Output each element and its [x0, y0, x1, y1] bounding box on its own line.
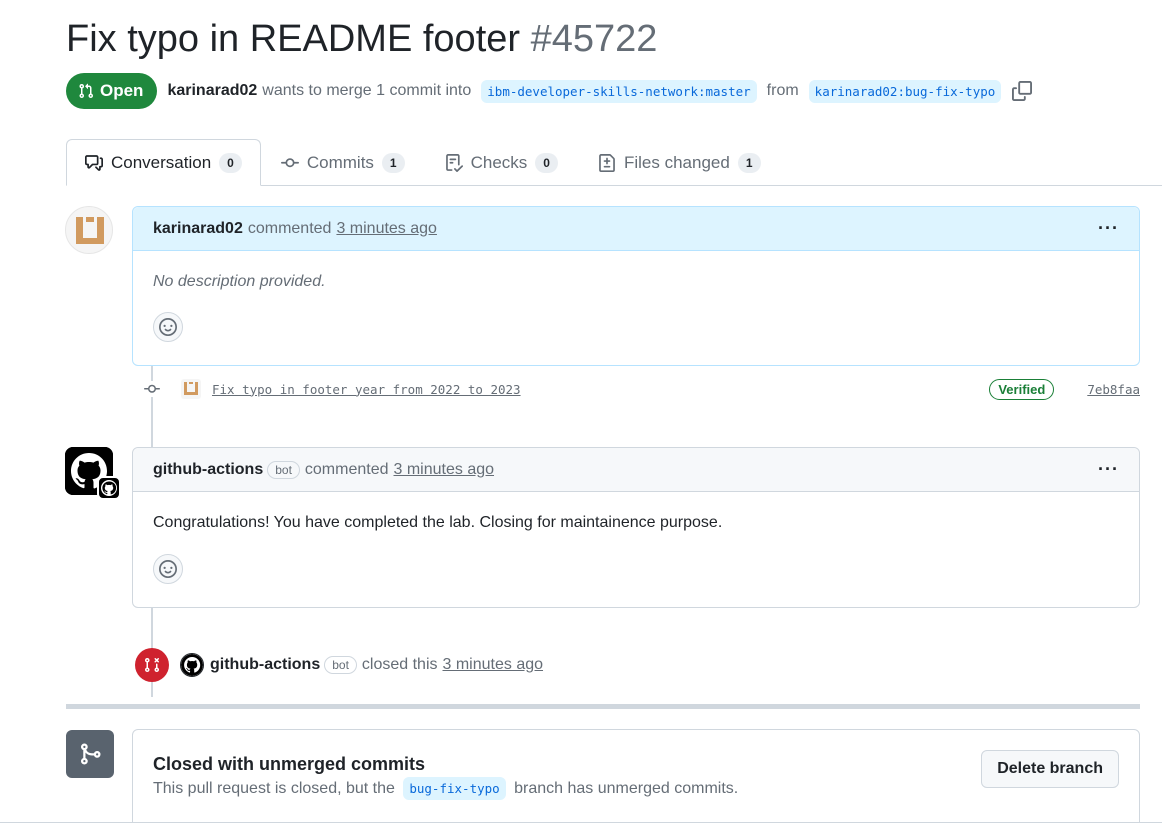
pr-number: #45722	[530, 18, 658, 60]
unmerged-branch[interactable]: bug-fix-typo	[403, 777, 506, 800]
comment-author-link[interactable]: karinarad02	[153, 220, 243, 238]
pr-author-link[interactable]: karinarad02	[167, 82, 257, 100]
commit-event: Fix typo in footer year from 2022 to 202…	[144, 377, 1140, 401]
comment-action: commented	[247, 219, 332, 237]
merge-text: wants to merge 1 commit into	[262, 82, 472, 99]
tab-files-changed[interactable]: Files changed 1	[578, 139, 781, 186]
tab-commits-count: 1	[381, 152, 405, 173]
comment-action: commented	[304, 460, 389, 478]
copy-branch-button[interactable]	[1011, 80, 1033, 102]
git-commit-icon	[144, 381, 160, 397]
pr-title: Fix typo in README footer	[66, 18, 521, 60]
state-label: Open	[100, 81, 144, 100]
merge-desc-after: branch has unmerged commits.	[514, 780, 739, 797]
comment-body: Congratulations! You have completed the …	[133, 492, 1139, 598]
closed-action: closed this	[361, 656, 438, 673]
comment-author-link[interactable]: github-actions	[153, 461, 263, 479]
tab-files-changed-count: 1	[737, 152, 761, 173]
closed-timestamp[interactable]: 3 minutes ago	[443, 656, 544, 674]
bot-badge: bot	[324, 656, 357, 674]
merge-status-box: Closed with unmerged commits This pull r…	[132, 729, 1140, 823]
base-branch[interactable]: ibm-developer-skills-network:master	[481, 79, 757, 103]
bot-badge: bot	[267, 460, 300, 479]
git-commit-icon	[280, 157, 299, 167]
tab-checks-count: 0	[535, 152, 558, 173]
smiley-icon	[159, 560, 177, 578]
tab-files-changed-label: Files changed	[623, 152, 730, 172]
git-pull-request-icon	[79, 83, 94, 99]
tab-commits-label: Commits	[306, 152, 374, 172]
github-mark-icon[interactable]	[180, 653, 204, 677]
github-app-badge	[97, 476, 121, 500]
github-mark-icon	[101, 480, 117, 496]
from-text: from	[766, 82, 799, 99]
merge-desc-before: This pull request is closed, but the	[153, 780, 395, 797]
comment-body: No description provided.	[133, 251, 1139, 356]
copy-icon	[1012, 81, 1033, 101]
kebab-horizontal-icon[interactable]: ···	[1098, 218, 1119, 239]
commit-sha-link[interactable]: 7eb8faa	[1087, 382, 1140, 397]
head-branch[interactable]: karinarad02:bug-fix-typo	[808, 79, 1002, 103]
file-diff-icon	[599, 153, 615, 172]
tab-commits[interactable]: Commits 1	[261, 139, 425, 186]
kebab-horizontal-icon[interactable]: ···	[1098, 459, 1119, 480]
checklist-icon	[445, 153, 463, 172]
closed-event: github-actions bot closed this 3 minutes…	[135, 648, 544, 682]
timeline-divider	[66, 704, 1140, 709]
tab-checks-label: Checks	[470, 152, 528, 172]
add-reaction-button[interactable]	[153, 554, 183, 584]
merge-status-title: Closed with unmerged commits	[153, 754, 426, 774]
comment-timestamp[interactable]: 3 minutes ago	[336, 220, 437, 238]
comment-text: Congratulations! You have completed the …	[153, 514, 723, 531]
pr-meta: Open karinarad02 wants to merge 1 commit…	[66, 73, 1033, 109]
comment-bot: github-actions bot commented 3 minutes a…	[132, 447, 1140, 608]
tab-conversation-count: 0	[219, 152, 242, 173]
add-reaction-button[interactable]	[153, 312, 183, 342]
commit-message-link[interactable]: Fix typo in footer year from 2022 to 202…	[212, 382, 521, 397]
pr-title-row: Fix typo in README footer #45722	[66, 18, 657, 61]
identicon-icon	[76, 217, 104, 244]
comment-header: github-actions bot commented 3 minutes a…	[133, 448, 1139, 492]
comment-timestamp[interactable]: 3 minutes ago	[394, 461, 495, 479]
verified-badge[interactable]: Verified	[989, 378, 1055, 400]
merge-status-description: This pull request is closed, but the bug…	[153, 777, 739, 800]
pr-tabs: Conversation 0 Commits 1 Checks 0 Files …	[66, 139, 1162, 186]
comment-header: karinarad02 commented 3 minutes ago ···	[133, 207, 1139, 251]
closed-by-link[interactable]: github-actions	[210, 656, 320, 674]
git-pull-request-closed-icon	[135, 648, 169, 682]
avatar[interactable]	[65, 206, 113, 254]
git-merge-icon	[66, 730, 114, 778]
delete-branch-button[interactable]: Delete branch	[981, 750, 1119, 788]
smiley-icon	[159, 318, 177, 336]
tab-conversation-label: Conversation	[111, 152, 212, 172]
state-badge: Open	[66, 73, 158, 109]
comment-discussion-icon	[85, 154, 103, 171]
comment-author: karinarad02 commented 3 minutes ago ··· …	[132, 206, 1140, 366]
tab-checks[interactable]: Checks 0	[425, 139, 578, 186]
comment-text: No description provided.	[153, 273, 326, 290]
identicon-icon[interactable]	[181, 379, 201, 399]
tab-conversation[interactable]: Conversation 0	[66, 139, 261, 186]
